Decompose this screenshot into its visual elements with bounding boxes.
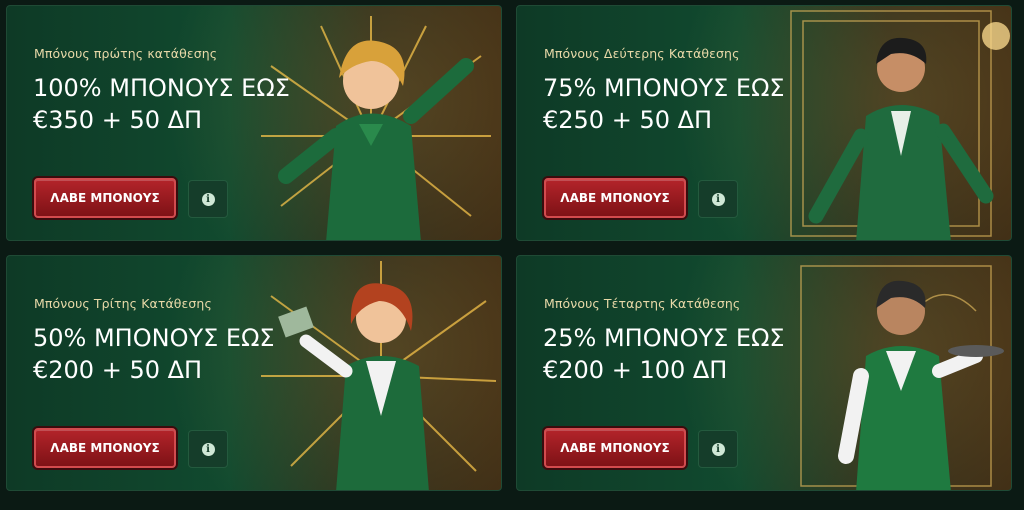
claim-bonus-button[interactable]: ΛΑΒΕ ΜΠΟΝΟΥΣ bbox=[544, 178, 686, 218]
bonus-headline-line-2: €350 + 50 ΔΠ bbox=[33, 106, 203, 134]
info-button[interactable]: i bbox=[698, 180, 738, 218]
bonus-subtitle: Μπόνους Δεύτερης Κατάθεσης bbox=[544, 46, 740, 61]
claim-bonus-button[interactable]: ΛΑΒΕ ΜΠΟΝΟΥΣ bbox=[544, 428, 686, 468]
claim-bonus-button[interactable]: ΛΑΒΕ ΜΠΟΝΟΥΣ bbox=[34, 428, 176, 468]
bonus-headline-line-1: 50% ΜΠΟΝΟΥΣ ΕΩΣ bbox=[33, 324, 275, 352]
bonus-subtitle: Μπόνους Τρίτης Κατάθεσης bbox=[34, 296, 212, 311]
bonus-headline-line-2: €200 + 50 ΔΠ bbox=[33, 356, 203, 384]
bonus-subtitle: Μπόνους πρώτης κατάθεσης bbox=[34, 46, 218, 61]
bonus-headline: 50% ΜΠΟΝΟΥΣ ΕΩΣ €200 + 50 ΔΠ bbox=[33, 322, 293, 386]
info-icon: i bbox=[711, 192, 725, 206]
bonus-card-third-deposit: Μπόνους Τρίτης Κατάθεσης 50% ΜΠΟΝΟΥΣ ΕΩΣ… bbox=[6, 255, 502, 491]
bonus-headline: 25% ΜΠΟΝΟΥΣ ΕΩΣ €200 + 100 ΔΠ bbox=[543, 322, 803, 386]
bonus-headline-line-2: €200 + 100 ΔΠ bbox=[543, 356, 728, 384]
bonus-headline-line-2: €250 + 50 ΔΠ bbox=[543, 106, 713, 134]
bonus-headline: 100% ΜΠΟΝΟΥΣ ΕΩΣ €350 + 50 ΔΠ bbox=[33, 72, 293, 136]
bonus-headline: 75% ΜΠΟΝΟΥΣ ΕΩΣ €250 + 50 ΔΠ bbox=[543, 72, 803, 136]
bonus-card-first-deposit: Μπόνους πρώτης κατάθεσης 100% ΜΠΟΝΟΥΣ ΕΩ… bbox=[6, 5, 502, 241]
info-button[interactable]: i bbox=[188, 180, 228, 218]
bonus-grid: Μπόνους πρώτης κατάθεσης 100% ΜΠΟΝΟΥΣ ΕΩ… bbox=[0, 0, 1024, 510]
bonus-headline-line-1: 75% ΜΠΟΝΟΥΣ ΕΩΣ bbox=[543, 74, 785, 102]
info-icon: i bbox=[201, 442, 215, 456]
info-button[interactable]: i bbox=[188, 430, 228, 468]
bonus-headline-line-1: 25% ΜΠΟΝΟΥΣ ΕΩΣ bbox=[543, 324, 785, 352]
bonus-headline-line-1: 100% ΜΠΟΝΟΥΣ ΕΩΣ bbox=[33, 74, 290, 102]
info-icon: i bbox=[201, 192, 215, 206]
bonus-card-fourth-deposit: Μπόνους Τέταρτης Κατάθεσης 25% ΜΠΟΝΟΥΣ Ε… bbox=[516, 255, 1012, 491]
info-button[interactable]: i bbox=[698, 430, 738, 468]
bonus-card-second-deposit: Μπόνους Δεύτερης Κατάθεσης 75% ΜΠΟΝΟΥΣ Ε… bbox=[516, 5, 1012, 241]
info-icon: i bbox=[711, 442, 725, 456]
bonus-subtitle: Μπόνους Τέταρτης Κατάθεσης bbox=[544, 296, 741, 311]
claim-bonus-button[interactable]: ΛΑΒΕ ΜΠΟΝΟΥΣ bbox=[34, 178, 176, 218]
